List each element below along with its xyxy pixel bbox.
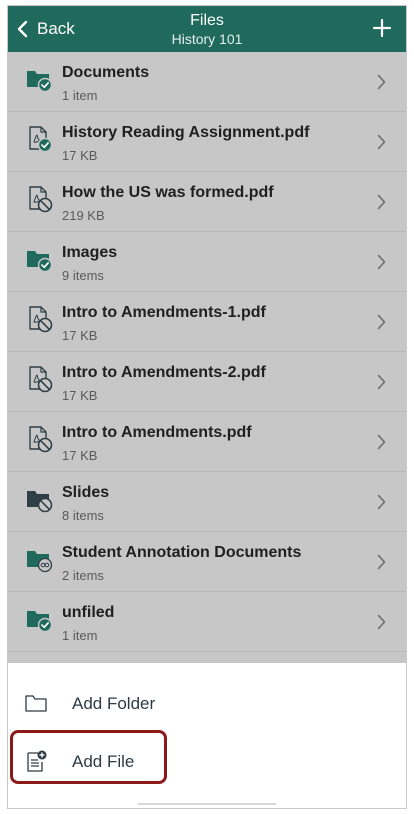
file-row[interactable]: Intro to Amendments-2.pdf 17 KB bbox=[8, 352, 406, 412]
file-row[interactable]: How the US was formed.pdf 219 KB bbox=[8, 172, 406, 232]
pdf-file-unpublished-icon bbox=[29, 186, 53, 213]
file-meta: 17 KB bbox=[62, 328, 98, 343]
file-meta: 1 item bbox=[62, 628, 98, 643]
folder-outline-icon bbox=[25, 695, 47, 712]
page-subtitle: History 101 bbox=[171, 31, 243, 47]
app-frame: Back Files History 101 Documents 1 item Hi… bbox=[7, 5, 407, 809]
home-indicator bbox=[138, 803, 276, 805]
file-meta: 17 KB bbox=[62, 448, 98, 463]
file-meta: 17 KB bbox=[62, 148, 98, 163]
pdf-file-published-icon bbox=[29, 126, 53, 153]
file-name: Student Annotation Documents bbox=[62, 544, 302, 561]
page-title: Files bbox=[190, 12, 224, 29]
file-row[interactable]: Student Annotation Documents 2 items bbox=[8, 532, 406, 592]
file-meta: 17 KB bbox=[62, 388, 98, 403]
file-name: Documents bbox=[62, 64, 150, 81]
pdf-file-unpublished-icon bbox=[29, 366, 53, 393]
file-row[interactable]: Slides 8 items bbox=[8, 472, 406, 532]
file-meta: 8 items bbox=[62, 508, 104, 523]
chevron-right-icon bbox=[377, 374, 386, 390]
title-block: Files History 101 bbox=[8, 12, 406, 48]
file-name: Intro to Amendments-2.pdf bbox=[62, 364, 266, 381]
file-row[interactable]: Documents 1 item bbox=[8, 52, 406, 112]
chevron-right-icon bbox=[377, 74, 386, 90]
chevron-right-icon bbox=[377, 554, 386, 570]
folder-published-icon bbox=[27, 71, 53, 93]
chevron-right-icon bbox=[377, 134, 386, 150]
plus-icon[interactable] bbox=[372, 18, 392, 38]
chevron-right-icon bbox=[377, 194, 386, 210]
folder-unpublished-icon bbox=[27, 491, 53, 513]
folder-restricted-icon bbox=[27, 551, 53, 573]
chevron-right-icon bbox=[377, 494, 386, 510]
chevron-right-icon bbox=[377, 254, 386, 270]
pdf-file-unpublished-icon bbox=[29, 306, 53, 333]
file-row[interactable]: Intro to Amendments.pdf 17 KB bbox=[8, 412, 406, 472]
add-file-highlight bbox=[10, 730, 167, 784]
file-meta: 219 KB bbox=[62, 208, 105, 223]
file-meta: 9 items bbox=[62, 268, 104, 283]
nav-bar: Back Files History 101 bbox=[8, 6, 406, 52]
add-folder-label: Add Folder bbox=[72, 694, 156, 713]
chevron-right-icon bbox=[377, 614, 386, 630]
file-name: Intro to Amendments.pdf bbox=[62, 424, 252, 441]
file-row[interactable]: Images 9 items bbox=[8, 232, 406, 292]
pdf-file-unpublished-icon bbox=[29, 426, 53, 453]
folder-published-icon bbox=[27, 611, 53, 633]
file-name: How the US was formed.pdf bbox=[62, 184, 274, 201]
file-meta: 1 item bbox=[62, 88, 98, 103]
file-name: History Reading Assignment.pdf bbox=[62, 124, 310, 141]
file-row[interactable]: History Reading Assignment.pdf 17 KB bbox=[8, 112, 406, 172]
file-row[interactable]: Intro to Amendments-1.pdf 17 KB bbox=[8, 292, 406, 352]
file-meta: 2 items bbox=[62, 568, 104, 583]
add-folder-option[interactable]: Add Folder bbox=[8, 679, 406, 729]
chevron-right-icon bbox=[377, 434, 386, 450]
file-name: Intro to Amendments-1.pdf bbox=[62, 304, 266, 321]
add-action-sheet: Add Folder Add File bbox=[8, 663, 406, 808]
file-name: Images bbox=[62, 244, 118, 261]
file-row[interactable]: unfiled 1 item bbox=[8, 592, 406, 652]
folder-published-icon bbox=[27, 251, 53, 273]
file-name: unfiled bbox=[62, 604, 115, 621]
chevron-right-icon bbox=[377, 314, 386, 330]
file-list: Documents 1 item History Reading Assignmen… bbox=[8, 52, 406, 663]
file-name: Slides bbox=[62, 484, 110, 501]
